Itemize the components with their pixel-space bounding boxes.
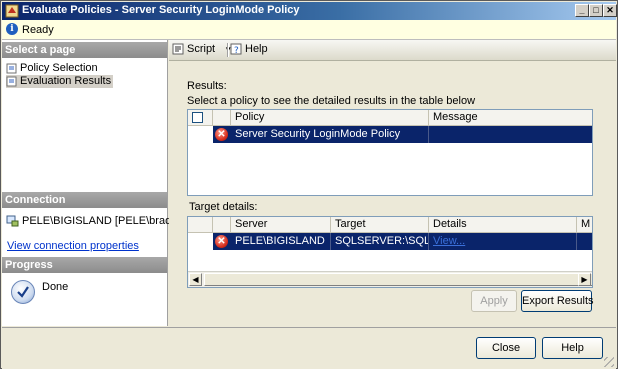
page-item-label: Policy Selection xyxy=(20,62,98,74)
close-button[interactable]: Close xyxy=(476,337,536,359)
help-toolbar-button[interactable]: ? Help xyxy=(230,43,268,57)
evaluation-results-panel: Results: Select a policy to see the deta… xyxy=(169,61,616,326)
title-bar[interactable]: Evaluate Policies - Server Security Logi… xyxy=(2,2,617,20)
help-button[interactable]: Help xyxy=(542,337,603,359)
target-cell: SQLSERVER:\SQL\P... xyxy=(331,233,429,250)
status-text: Ready xyxy=(22,24,54,36)
script-label: Script xyxy=(187,43,216,55)
horizontal-scrollbar[interactable]: ◀ ▶ xyxy=(188,271,592,287)
progress-header: Progress xyxy=(2,257,167,273)
scroll-left-arrow-icon[interactable]: ◀ xyxy=(189,273,202,286)
column-header-details[interactable]: Details xyxy=(429,217,577,232)
page-icon xyxy=(6,76,17,87)
resize-grip-icon[interactable] xyxy=(604,357,614,367)
column-header-result[interactable] xyxy=(213,217,231,232)
script-icon xyxy=(172,43,184,55)
scroll-right-arrow-icon[interactable]: ▶ xyxy=(578,273,591,286)
close-window-button[interactable]: ✕ xyxy=(603,4,617,17)
toolbar-separator xyxy=(227,43,229,57)
view-connection-properties-link[interactable]: View connection properties xyxy=(7,240,139,252)
export-results-button[interactable]: Export Results xyxy=(521,290,594,312)
server-connection-icon xyxy=(6,215,19,227)
page-icon xyxy=(6,63,17,74)
toolbar: Script ▼ ? Help xyxy=(169,40,616,61)
details-view-link[interactable]: View... xyxy=(429,233,577,250)
page-item-evaluation-results[interactable]: Evaluation Results xyxy=(6,75,114,88)
policy-cell: Server Security LoginMode Policy xyxy=(231,126,429,143)
column-header-policy[interactable]: Policy xyxy=(231,110,429,125)
page-item-policy-selection[interactable]: Policy Selection xyxy=(6,62,98,75)
select-all-checkbox[interactable] xyxy=(192,112,203,123)
results-grid-header: Policy Message xyxy=(188,110,592,126)
select-page-header: Select a page xyxy=(2,42,167,58)
table-row[interactable]: ✕ PELE\BIGISLAND SQLSERVER:\SQL\P... Vie… xyxy=(213,233,592,250)
target-details-grid[interactable]: Server Target Details M ✕ PELE\BIGISLAND… xyxy=(187,216,593,288)
column-header-message[interactable]: M xyxy=(577,217,592,232)
policy-app-icon xyxy=(5,4,19,18)
error-icon: ✕ xyxy=(215,235,228,248)
column-header-blank xyxy=(188,217,213,232)
row-checkbox-cell[interactable] xyxy=(188,126,214,143)
results-label: Results: xyxy=(187,80,227,92)
column-header-message[interactable]: Message xyxy=(429,110,592,125)
connection-info: PELE\BIGISLAND [PELE\brad] xyxy=(6,215,174,227)
results-grid[interactable]: Policy Message ✕ Server Security LoginMo… xyxy=(187,109,593,196)
scrollbar-thumb[interactable] xyxy=(204,273,592,286)
results-instruction: Select a policy to see the detailed resu… xyxy=(187,95,476,107)
row-header-cell[interactable] xyxy=(188,233,214,250)
maximize-button[interactable]: □ xyxy=(589,4,603,17)
evaluate-policies-window: Evaluate Policies - Server Security Logi… xyxy=(0,0,618,369)
help-icon: ? xyxy=(230,43,242,55)
target-grid-header: Server Target Details M xyxy=(188,217,592,233)
window-title: Evaluate Policies - Server Security Logi… xyxy=(22,4,300,16)
help-label: Help xyxy=(245,43,268,55)
error-icon: ✕ xyxy=(215,128,228,141)
status-bar: i Ready xyxy=(2,20,616,40)
message-cell xyxy=(429,126,592,143)
column-header-target[interactable]: Target xyxy=(331,217,429,232)
connection-text: PELE\BIGISLAND [PELE\brad] xyxy=(22,215,175,227)
server-cell: PELE\BIGISLAND xyxy=(231,233,331,250)
dialog-button-bar: Close Help xyxy=(2,327,616,369)
select-all-header[interactable] xyxy=(188,110,213,125)
column-header-result[interactable] xyxy=(213,110,231,125)
page-item-label: Evaluation Results xyxy=(20,75,112,87)
table-row[interactable]: ✕ Server Security LoginMode Policy xyxy=(213,126,592,143)
script-button[interactable]: Script ▼ xyxy=(172,43,232,57)
check-done-icon xyxy=(11,280,35,304)
target-details-label: Target details: xyxy=(189,201,258,213)
progress-status: Done xyxy=(42,281,69,293)
minimize-button[interactable]: _ xyxy=(575,4,589,17)
apply-button[interactable]: Apply xyxy=(471,290,517,312)
svg-text:?: ? xyxy=(234,46,239,55)
left-panel: Select a page Policy Selection Evaluatio… xyxy=(2,40,174,326)
column-header-server[interactable]: Server xyxy=(231,217,331,232)
info-icon: i xyxy=(6,23,18,35)
connection-header: Connection xyxy=(2,192,167,208)
